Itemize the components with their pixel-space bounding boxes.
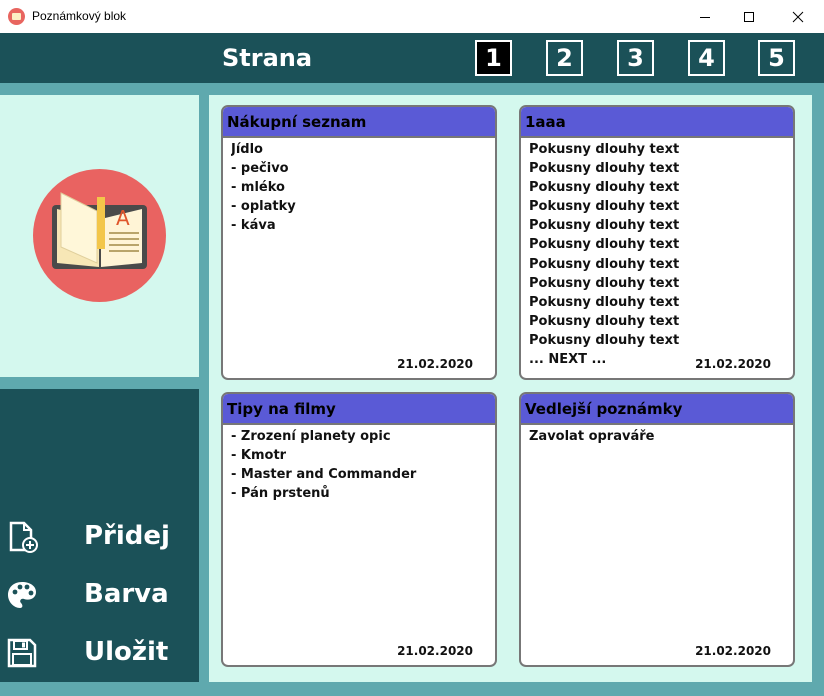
note-line: - oplatky — [231, 199, 296, 215]
note-line: Pokusny dlouhy text — [529, 332, 680, 348]
page-button-5[interactable]: 5 — [758, 40, 795, 76]
close-button[interactable] — [775, 0, 821, 33]
note-title: 1aaa — [521, 107, 793, 138]
maximize-button[interactable] — [726, 0, 772, 33]
note-body: Jídlo - pečivo - mléko - oplatky - káva — [231, 140, 489, 354]
note-line: Pokusny dlouhy text — [529, 313, 680, 329]
minimize-button[interactable] — [682, 0, 728, 33]
note-line: - káva — [231, 218, 276, 234]
note-line: Pokusny dlouhy text — [529, 294, 680, 310]
note-body: Pokusny dlouhy text Pokusny dlouhy text … — [529, 140, 787, 368]
page-button-4[interactable]: 4 — [688, 40, 725, 76]
note-line: - mléko — [231, 180, 285, 196]
color-label: Barva — [84, 579, 169, 609]
note-card[interactable]: Vedlejší poznámky Zavolat opraváře 21.02… — [519, 392, 795, 667]
note-line: Pokusny dlouhy text — [529, 199, 680, 215]
note-line: Zavolat opraváře — [529, 429, 655, 444]
note-line: - Master and Commander — [231, 467, 417, 483]
maximize-icon — [744, 11, 754, 22]
minimize-icon — [700, 16, 710, 18]
note-line: Pokusny dlouhy text — [529, 180, 680, 196]
save-label: Uložit — [84, 637, 169, 667]
note-title: Tipy na filmy — [223, 394, 495, 425]
note-line: Jídlo — [231, 142, 263, 157]
open-book-icon: A — [52, 192, 147, 269]
page-button-1[interactable]: 1 — [475, 40, 512, 76]
note-date: 21.02.2020 — [397, 644, 473, 658]
note-card[interactable]: 1aaa Pokusny dlouhy text Pokusny dlouhy … — [519, 105, 795, 380]
note-line: Pokusny dlouhy text — [529, 161, 680, 177]
add-file-icon — [9, 521, 38, 553]
page-label: Strana — [222, 44, 313, 72]
note-title: Vedlejší poznámky — [521, 394, 793, 425]
note-card[interactable]: Nákupní seznam Jídlo - pečivo - mléko - … — [221, 105, 497, 380]
note-body: Zavolat opraváře — [529, 427, 787, 641]
note-card[interactable]: Tipy na filmy - Zrození planety opic - K… — [221, 392, 497, 667]
window-title: Poznámkový blok — [32, 9, 127, 23]
note-line: Pokusny dlouhy text — [529, 218, 680, 234]
page-button-2[interactable]: 2 — [546, 40, 583, 76]
note-line: - Zrození planety opic — [231, 429, 391, 444]
notebook-app-icon — [8, 8, 25, 25]
add-note-label: Přidej — [84, 521, 170, 551]
close-icon — [792, 11, 804, 22]
save-button[interactable]: Uložit — [0, 630, 199, 676]
note-line: - Kmotr — [231, 448, 287, 464]
note-line: - pečivo — [231, 161, 289, 177]
note-line: Pokusny dlouhy text — [529, 275, 680, 291]
note-body: - Zrození planety opic - Kmotr - Master … — [231, 427, 489, 641]
note-line: Pokusny dlouhy text — [529, 237, 680, 253]
note-title: Nákupní seznam — [223, 107, 495, 138]
note-line: Pokusny dlouhy text — [529, 142, 680, 157]
page-button-3[interactable]: 3 — [617, 40, 654, 76]
note-date: 21.02.2020 — [695, 644, 771, 658]
palette-icon — [8, 582, 36, 608]
save-icon — [7, 638, 37, 668]
note-date: 21.02.2020 — [397, 357, 473, 371]
color-button[interactable]: Barva — [0, 572, 199, 618]
window-titlebar: Poznámkový blok — [0, 0, 824, 33]
add-note-button[interactable]: Přidej — [0, 514, 199, 560]
svg-text:A: A — [116, 206, 130, 230]
note-date: 21.02.2020 — [695, 357, 771, 371]
note-line: - Pán prstenů — [231, 486, 330, 502]
note-line: Pokusny dlouhy text — [529, 256, 680, 272]
